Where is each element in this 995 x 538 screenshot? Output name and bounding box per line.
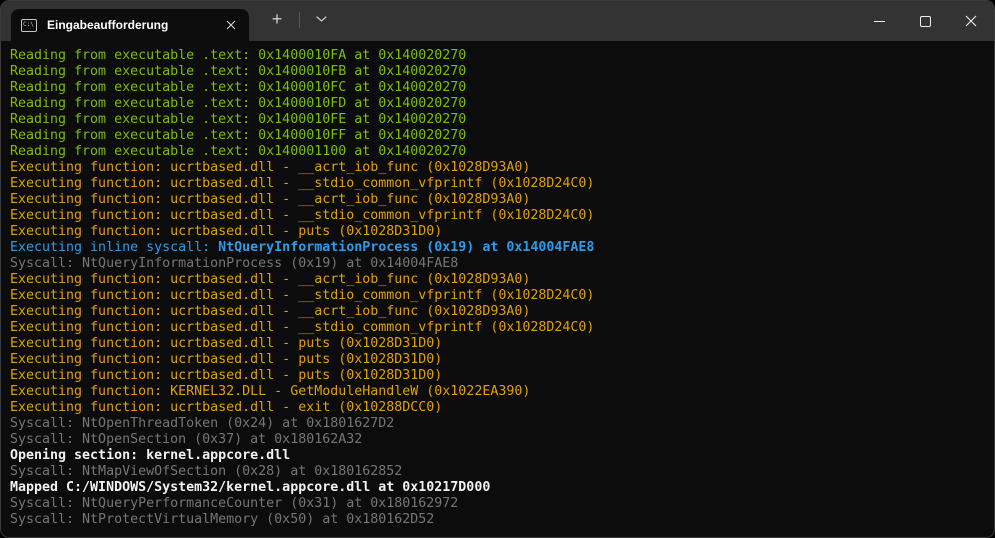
terminal-line: Executing function: ucrtbased.dll - puts…	[10, 352, 994, 368]
terminal-line: Reading from executable .text: 0x1400010…	[10, 80, 994, 96]
terminal-line: Executing function: ucrtbased.dll - __ac…	[10, 304, 994, 320]
terminal-line: Reading from executable .text: 0x1400010…	[10, 112, 994, 128]
terminal-line: Executing function: ucrtbased.dll - __ac…	[10, 192, 994, 208]
maximize-icon	[920, 16, 931, 27]
terminal-line: Reading from executable .text: 0x1400010…	[10, 96, 994, 112]
terminal-line: Reading from executable .text: 0x1400011…	[10, 144, 994, 160]
terminal-line: Syscall: NtQueryInformationProcess (0x19…	[10, 256, 994, 272]
terminal-line: Executing function: ucrtbased.dll - __st…	[10, 176, 994, 192]
chevron-down-icon	[316, 16, 327, 22]
terminal-line: Mapped C:/WINDOWS/System32/kernel.appcor…	[10, 480, 994, 496]
terminal-line: Executing function: KERNEL32.DLL - GetMo…	[10, 384, 994, 400]
terminal-line: Syscall: NtQueryPerformanceCounter (0x31…	[10, 496, 994, 512]
terminal-line: Reading from executable .text: 0x1400010…	[10, 48, 994, 64]
terminal-line: Reading from executable .text: 0x1400010…	[10, 64, 994, 80]
titlebar-divider	[299, 12, 300, 28]
terminal-window: C:\ Eingabeaufforderung +	[0, 0, 995, 538]
terminal-line: Executing function: ucrtbased.dll - __st…	[10, 208, 994, 224]
terminal-line: Executing function: ucrtbased.dll - puts…	[10, 224, 994, 240]
terminal-line: Executing function: ucrtbased.dll - puts…	[10, 336, 994, 352]
terminal-line: Executing function: ucrtbased.dll - puts…	[10, 368, 994, 384]
close-button[interactable]	[948, 1, 994, 41]
tab-eingabeaufforderung[interactable]: C:\ Eingabeaufforderung	[11, 9, 249, 41]
terminal-line: Syscall: NtProtectVirtualMemory (0x50) a…	[10, 512, 994, 528]
terminal-output[interactable]: Reading from executable .text: 0x1400010…	[1, 41, 994, 537]
terminal-line: Reading from executable .text: 0x1400010…	[10, 128, 994, 144]
terminal-line: Syscall: NtMapViewOfSection (0x28) at 0x…	[10, 464, 994, 480]
terminal-line: Executing inline syscall: NtQueryInforma…	[10, 240, 994, 256]
terminal-line: Syscall: NtOpenSection (0x37) at 0x18016…	[10, 432, 994, 448]
terminal-line: Syscall: NtOpenThreadToken (0x24) at 0x1…	[10, 416, 994, 432]
window-controls	[856, 1, 994, 41]
terminal-line: Executing function: ucrtbased.dll - __st…	[10, 288, 994, 304]
new-tab-button[interactable]: +	[261, 5, 293, 33]
close-icon	[965, 15, 977, 27]
tab-title: Eingabeaufforderung	[47, 18, 219, 32]
minimize-icon	[874, 21, 885, 22]
minimize-button[interactable]	[856, 1, 902, 41]
terminal-line: Executing function: ucrtbased.dll - __st…	[10, 320, 994, 336]
terminal-line: Opening section: kernel.appcore.dll	[10, 448, 994, 464]
cmd-prompt-icon: C:\	[21, 19, 37, 32]
close-icon	[226, 20, 236, 30]
title-bar: C:\ Eingabeaufforderung +	[1, 1, 994, 41]
tab-dropdown-button[interactable]	[306, 5, 336, 33]
terminal-line: Executing function: ucrtbased.dll - __ac…	[10, 272, 994, 288]
maximize-button[interactable]	[902, 1, 948, 41]
terminal-line: Executing function: ucrtbased.dll - __ac…	[10, 160, 994, 176]
terminal-line: Executing function: ucrtbased.dll - exit…	[10, 400, 994, 416]
tab-close-button[interactable]	[219, 13, 243, 37]
